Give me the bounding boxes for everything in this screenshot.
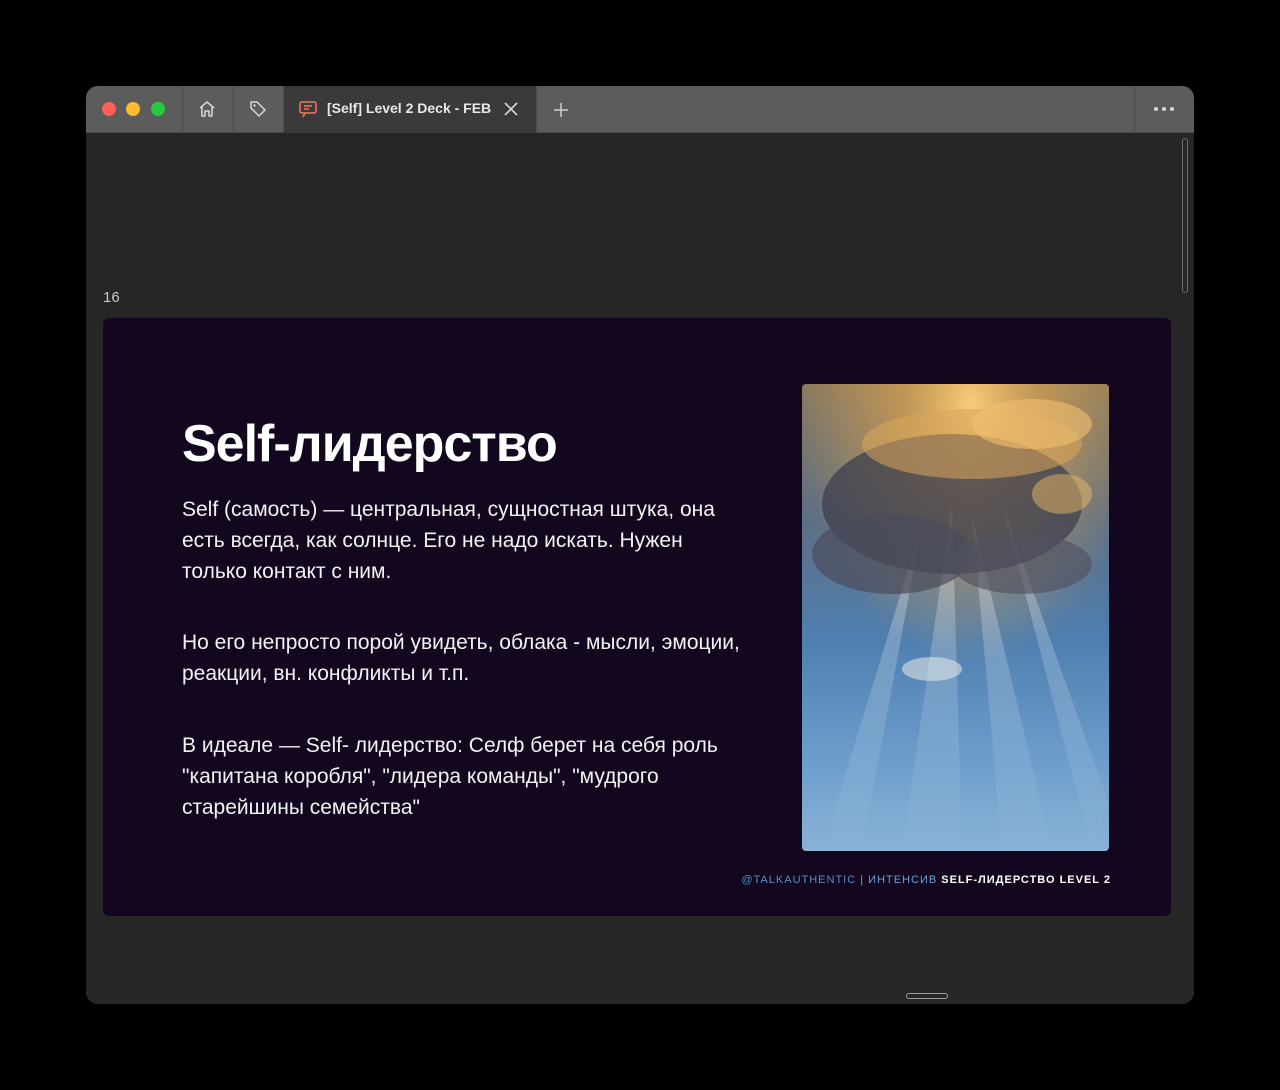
page-number: 16	[103, 289, 120, 306]
minimize-window-button[interactable]	[126, 102, 140, 116]
close-window-button[interactable]	[102, 102, 116, 116]
title-bar: [Self] Level 2 Deck - FEB	[86, 86, 1194, 133]
slide-paragraph: Self (самость) — центральная, сущностная…	[182, 498, 715, 583]
footer-handle: @TALKAUTHENTIC	[741, 874, 857, 886]
tab-title: [Self] Level 2 Deck - FEB	[327, 100, 492, 116]
slide-paragraph: В идеале — Self- лидерство: Селф берет н…	[182, 734, 718, 819]
tab-presentation[interactable]: [Self] Level 2 Deck - FEB	[284, 86, 536, 133]
slide-footer: @TALKAUTHENTIC | ИНТЕНСИВ SELF-ЛИДЕРСТВО…	[741, 874, 1111, 886]
more-icon[interactable]	[1151, 100, 1177, 118]
divider	[233, 86, 234, 132]
slide-title: Self-лидерство	[182, 415, 558, 473]
sky-photo	[802, 384, 1109, 851]
app-window: [Self] Level 2 Deck - FEB 16 Self-лидерс…	[86, 86, 1194, 1004]
home-button[interactable]	[192, 94, 222, 124]
window-controls	[102, 102, 172, 116]
footer-course: SELF-ЛИДЕРСТВО LEVEL 2	[941, 874, 1111, 886]
divider	[536, 86, 537, 132]
plus-icon[interactable]	[551, 100, 571, 120]
vertical-scrollbar[interactable]	[1182, 138, 1188, 293]
resize-handle[interactable]	[906, 993, 948, 999]
tag-button[interactable]	[243, 94, 273, 124]
home-icon	[199, 101, 215, 117]
divider	[1134, 86, 1135, 132]
footer-separator: | ИНТЕНСИВ	[860, 874, 938, 886]
close-icon[interactable]	[502, 100, 520, 118]
presentation-icon	[299, 101, 317, 118]
tag-icon	[250, 101, 266, 117]
document-viewer[interactable]: 16 Self-лидерство Self (самость) — центр…	[86, 133, 1194, 1004]
slide-paragraph: Но его непросто порой увидеть, облака - …	[182, 631, 740, 685]
divider	[182, 86, 183, 132]
zoom-window-button[interactable]	[151, 102, 165, 116]
slide: Self-лидерство Self (самость) — централь…	[103, 318, 1171, 916]
